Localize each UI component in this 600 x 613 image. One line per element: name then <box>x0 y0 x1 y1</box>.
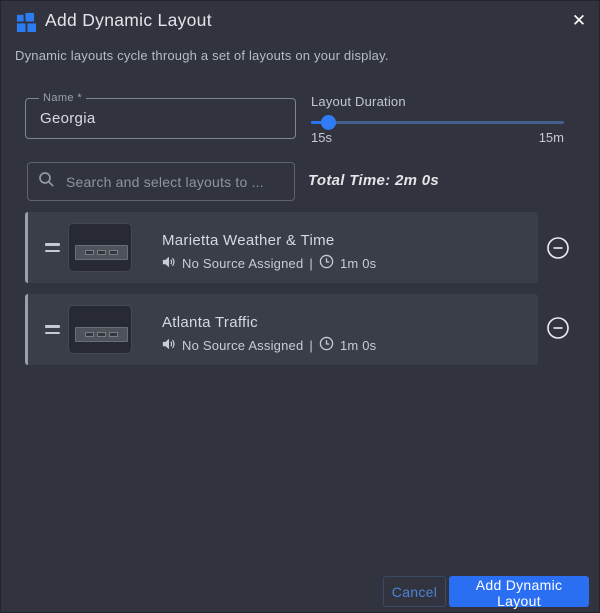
layout-row-marietta[interactable]: Marietta Weather & Time No Source Assign… <box>25 212 538 283</box>
layout-duration-label: Layout Duration <box>311 94 406 109</box>
layout-thumbnail <box>68 305 132 354</box>
minus-circle-icon <box>546 237 570 263</box>
slider-range-labels: 15s 15m <box>311 130 564 145</box>
name-input[interactable] <box>26 99 295 138</box>
layout-title: Atlanta Traffic <box>162 314 258 331</box>
layout-source: No Source Assigned <box>182 337 304 353</box>
search-icon <box>38 171 55 193</box>
dialog-description: Dynamic layouts cycle through a set of l… <box>15 48 389 63</box>
layout-meta: No Source Assigned | 1m 0s <box>162 336 376 354</box>
drag-handle-icon[interactable] <box>45 243 60 252</box>
dynamic-layout-icon <box>15 11 36 32</box>
search-input[interactable] <box>64 172 284 191</box>
layout-thumbnail <box>68 223 132 272</box>
clock-icon <box>319 336 334 354</box>
slider-track[interactable] <box>311 121 564 124</box>
remove-layout-button-atlanta[interactable] <box>546 316 570 340</box>
clock-icon <box>319 254 334 272</box>
layout-duration: 1m 0s <box>339 255 377 271</box>
layout-meta: No Source Assigned | 1m 0s <box>162 254 376 272</box>
minus-circle-icon <box>546 317 570 343</box>
layout-duration-slider[interactable] <box>311 115 564 130</box>
remove-layout-button-marietta[interactable] <box>546 236 570 260</box>
layout-title: Marietta Weather & Time <box>162 232 335 249</box>
layout-thumbnail-ticker <box>75 327 128 342</box>
meta-separator: | <box>309 337 313 353</box>
add-dynamic-layout-dialog: Add Dynamic Layout ✕ Dynamic layouts cyc… <box>0 0 600 613</box>
total-time-label: Total Time: 2m 0s <box>308 172 439 189</box>
close-button[interactable]: ✕ <box>565 7 593 35</box>
add-dynamic-layout-button[interactable]: Add Dynamic Layout <box>449 576 589 609</box>
drag-handle-icon[interactable] <box>45 325 60 334</box>
close-icon: ✕ <box>571 11 587 30</box>
audio-source-icon <box>162 337 176 354</box>
layout-search-box[interactable] <box>27 162 295 201</box>
layout-source: No Source Assigned <box>182 255 304 271</box>
slider-min-label: 15s <box>311 130 332 145</box>
dialog-title: Add Dynamic Layout <box>45 10 212 30</box>
cancel-button[interactable]: Cancel <box>383 576 446 607</box>
slider-thumb[interactable] <box>321 115 336 130</box>
layout-row-atlanta[interactable]: Atlanta Traffic No Source Assigned | 1m … <box>25 294 538 365</box>
layout-thumbnail-ticker <box>75 245 128 260</box>
audio-source-icon <box>162 255 176 272</box>
meta-separator: | <box>309 255 313 271</box>
layout-duration: 1m 0s <box>339 337 377 353</box>
name-field: Name * <box>25 92 296 139</box>
slider-max-label: 15m <box>538 130 564 145</box>
